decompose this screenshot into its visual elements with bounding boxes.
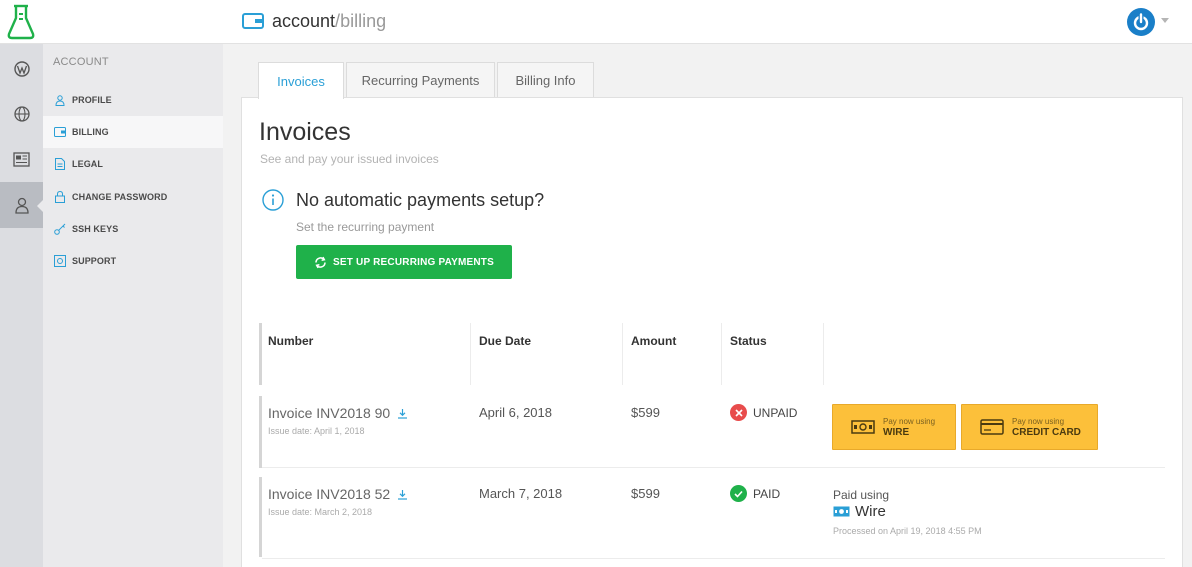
chevron-down-icon[interactable]: [1161, 18, 1169, 23]
menu-item-change-password[interactable]: CHANGE PASSWORD: [43, 181, 223, 213]
person-icon: [54, 94, 66, 106]
document-icon: [54, 158, 66, 170]
menu-item-profile[interactable]: PROFILE: [43, 84, 223, 116]
submenu-title: ACCOUNT: [53, 56, 109, 68]
check-icon: [730, 485, 747, 502]
pay-wire-hint: Pay now using: [883, 416, 936, 426]
tab-billing-info[interactable]: Billing Info: [497, 62, 594, 98]
user-icon: [14, 197, 29, 214]
menu-item-label: SUPPORT: [72, 256, 117, 266]
rail-wordpress[interactable]: [0, 46, 43, 92]
key-icon: [54, 223, 66, 235]
due-date: March 7, 2018: [479, 486, 563, 501]
download-icon[interactable]: [397, 408, 408, 419]
status-text: UNPAID: [753, 405, 798, 420]
paid-method-text: Wire: [855, 503, 886, 520]
column-divider: [721, 323, 722, 385]
tab-recurring-payments[interactable]: Recurring Payments: [346, 62, 495, 98]
credit-card-icon: [980, 419, 1004, 435]
menu-item-label: LEGAL: [72, 159, 103, 169]
globe-icon: [13, 106, 30, 122]
account-submenu: ACCOUNT PROFILE BILLING LEGAL CHANGE PAS…: [43, 44, 223, 567]
page-subtitle: See and pay your issued invoices: [260, 152, 439, 166]
column-header-due-date[interactable]: Due Date: [479, 334, 531, 348]
flask-logo-icon[interactable]: [6, 2, 36, 40]
processed-date: Processed on April 19, 2018 4:55 PM: [833, 526, 982, 536]
refresh-icon: [315, 256, 326, 268]
notice-title: No automatic payments setup?: [296, 190, 545, 210]
pay-wire-label: WIRE: [883, 426, 910, 438]
notice-subtitle: Set the recurring payment: [296, 220, 435, 234]
menu-item-billing[interactable]: BILLING: [43, 116, 223, 148]
menu-item-legal[interactable]: LEGAL: [43, 148, 223, 180]
paid-method: Wire: [833, 503, 886, 520]
column-divider: [470, 323, 471, 385]
menu-item-ssh-keys[interactable]: SSH KEYS: [43, 213, 223, 245]
rail-news[interactable]: [0, 136, 43, 182]
invoice-number-text[interactable]: Invoice INV2018 52: [268, 486, 390, 502]
lock-icon: [54, 191, 66, 203]
column-divider: [622, 323, 623, 385]
info-icon: [262, 189, 284, 211]
menu-item-label: PROFILE: [72, 95, 112, 105]
power-icon[interactable]: [1127, 8, 1155, 36]
cash-icon: [833, 506, 850, 517]
breadcrumb-billing: billing: [340, 10, 387, 31]
paid-using-label: Paid using: [833, 488, 890, 502]
pay-credit-card-button[interactable]: Pay now using CREDIT CARD: [961, 404, 1098, 450]
column-header-amount[interactable]: Amount: [631, 334, 676, 348]
rail-account[interactable]: [0, 182, 43, 228]
unpaid-x-icon: [730, 404, 747, 421]
download-icon[interactable]: [397, 489, 408, 500]
row-divider: [262, 467, 1165, 468]
menu-item-label: BILLING: [72, 127, 109, 137]
breadcrumb-account[interactable]: account: [272, 11, 335, 32]
status-badge: PAID: [730, 485, 780, 502]
column-header-status[interactable]: Status: [730, 334, 767, 348]
menu-item-label: SSH KEYS: [72, 224, 119, 234]
row-divider: [262, 558, 1165, 559]
issue-date: Issue date: March 2, 2018: [268, 507, 373, 517]
setup-recurring-button[interactable]: SET UP RECURRING PAYMENTS: [296, 245, 512, 279]
breadcrumb: account / billing: [242, 9, 386, 33]
wallet-icon: [54, 126, 66, 138]
column-divider: [823, 323, 824, 385]
invoices-panel: Invoices See and pay your issued invoice…: [241, 97, 1183, 567]
wallet-icon: [242, 13, 264, 29]
pay-card-label: CREDIT CARD: [1012, 426, 1081, 438]
tab-invoices[interactable]: Invoices: [258, 62, 344, 99]
wordpress-icon: [13, 61, 30, 77]
row-bar: [259, 477, 262, 557]
status-badge: UNPAID: [730, 404, 797, 421]
invoice-number[interactable]: Invoice INV2018 90: [268, 405, 408, 421]
header-row-bar: [259, 323, 262, 385]
issue-date: Issue date: April 1, 2018: [268, 426, 365, 436]
row-bar: [259, 396, 262, 468]
menu-item-label: CHANGE PASSWORD: [72, 192, 168, 202]
amount: $599: [631, 405, 660, 420]
setup-recurring-label: SET UP RECURRING PAYMENTS: [333, 256, 494, 268]
cash-icon: [851, 420, 875, 434]
amount: $599: [631, 486, 660, 501]
page-title: Invoices: [259, 118, 351, 146]
icon-rail: [0, 44, 43, 567]
pay-wire-button[interactable]: Pay now using WIRE: [832, 404, 956, 450]
newspaper-icon: [13, 151, 30, 167]
pay-card-hint: Pay now using: [1012, 416, 1065, 426]
support-icon: [54, 255, 66, 267]
due-date: April 6, 2018: [479, 405, 552, 420]
rail-globe[interactable]: [0, 91, 43, 137]
top-bar: account / billing: [0, 0, 1192, 44]
menu-item-support[interactable]: SUPPORT: [43, 245, 223, 277]
invoice-number-text[interactable]: Invoice INV2018 90: [268, 405, 390, 421]
column-header-number[interactable]: Number: [268, 334, 313, 348]
status-text: PAID: [753, 486, 781, 501]
invoice-number[interactable]: Invoice INV2018 52: [268, 486, 408, 502]
